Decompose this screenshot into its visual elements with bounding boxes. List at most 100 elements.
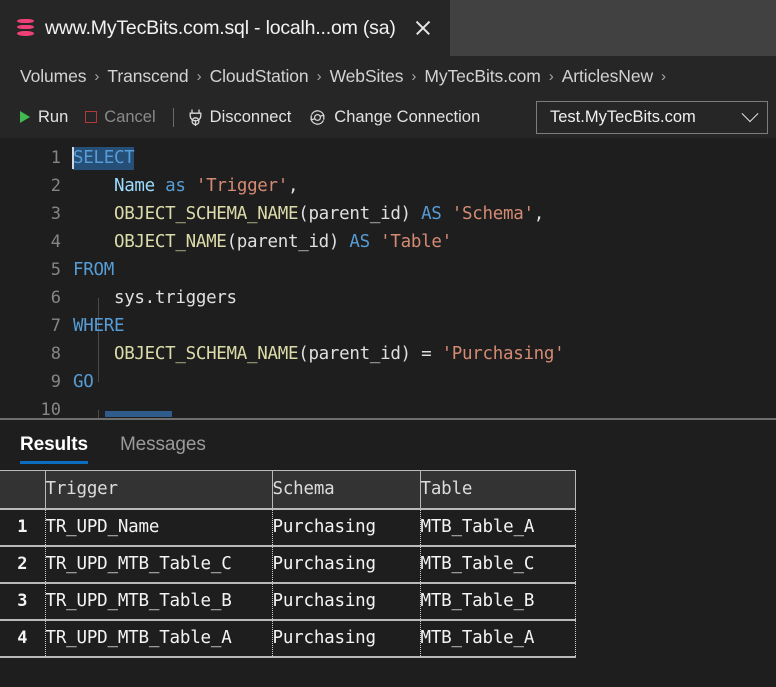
breadcrumb-item-transcend[interactable]: Transcend	[107, 66, 188, 87]
editor-horizontal-scrollbar[interactable]	[0, 411, 776, 417]
cell-schema[interactable]: Purchasing	[272, 619, 421, 658]
line-number: 3	[50, 204, 61, 224]
sql-string-schema: 'Schema'	[451, 204, 534, 224]
run-button[interactable]: Run	[20, 108, 68, 127]
table-row[interactable]: 2 TR_UPD_MTB_Table_C Purchasing MTB_Tabl…	[0, 545, 576, 584]
chevron-right-icon: ›	[661, 67, 666, 85]
play-icon	[20, 111, 30, 123]
code-line: 7 WHERE	[0, 312, 776, 340]
code-content: sys.triggers	[73, 284, 237, 312]
column-header-table[interactable]: Table	[420, 470, 576, 510]
disconnect-button[interactable]: Disconnect	[188, 108, 291, 127]
results-grid-container[interactable]: Trigger Schema Table 1 TR_UPD_Name Purch…	[0, 470, 776, 687]
connection-select-value: Test.MyTecBits.com	[550, 108, 696, 126]
code-line: 6 sys.triggers	[0, 284, 776, 312]
column-header-schema[interactable]: Schema	[272, 470, 421, 510]
sql-function-object-schema-name: OBJECT_SCHEMA_NAME	[113, 344, 299, 364]
code-content: OBJECT_NAME(parent_id) AS 'Table'	[73, 228, 452, 256]
sql-editor-window: www.MyTecBits.com.sql - localh...om (sa)…	[0, 0, 776, 687]
chevron-right-icon: ›	[411, 67, 417, 85]
table-row[interactable]: 4 TR_UPD_MTB_Table_A Purchasing MTB_Tabl…	[0, 619, 576, 658]
sql-arg-parent-id: (parent_id)	[298, 204, 411, 224]
cell-table[interactable]: MTB_Table_B	[420, 582, 576, 621]
table-header-row: Trigger Schema Table	[0, 470, 576, 510]
code-line: 8 OBJECT_SCHEMA_NAME(parent_id) = 'Purch…	[0, 340, 776, 368]
cell-trigger[interactable]: TR_UPD_Name	[45, 508, 273, 547]
code-line: 1 SELECT	[0, 144, 776, 172]
line-number: 4	[50, 232, 61, 252]
sql-keyword-select: SELECT	[73, 147, 135, 170]
tab-title: www.MyTecBits.com.sql - localh...om (sa)	[45, 16, 396, 39]
cell-table[interactable]: MTB_Table_A	[420, 619, 576, 658]
tab-messages[interactable]: Messages	[120, 420, 206, 470]
results-grid-header: Trigger Schema Table	[0, 470, 576, 510]
table-row[interactable]: 3 TR_UPD_MTB_Table_B Purchasing MTB_Tabl…	[0, 582, 576, 621]
breadcrumb: Volumes › Transcend › CloudStation › Web…	[0, 56, 776, 96]
scrollbar-thumb[interactable]	[105, 411, 172, 417]
sql-keyword-where: WHERE	[73, 316, 125, 336]
sql-string-purchasing: 'Purchasing'	[441, 344, 565, 364]
row-number: 1	[0, 508, 46, 547]
code-content: OBJECT_SCHEMA_NAME(parent_id) = 'Purchas…	[73, 340, 565, 368]
change-connection-button[interactable]: Change Connection	[308, 108, 480, 127]
cell-trigger[interactable]: TR_UPD_MTB_Table_A	[45, 619, 273, 658]
sql-comma: ,	[288, 176, 299, 196]
sql-string-table: 'Table'	[380, 232, 452, 252]
code-line: 9 GO	[0, 368, 776, 396]
cancel-button[interactable]: Cancel	[85, 108, 156, 127]
sql-operator-equals: =	[421, 344, 432, 364]
sql-function-object-name: OBJECT_NAME	[113, 232, 227, 252]
row-number: 2	[0, 545, 46, 584]
sql-string-trigger: 'Trigger'	[195, 176, 289, 196]
toolbar-divider	[172, 107, 174, 127]
cell-trigger[interactable]: TR_UPD_MTB_Table_B	[45, 582, 273, 621]
editor-tab-active[interactable]: www.MyTecBits.com.sql - localh...om (sa)	[0, 0, 450, 56]
sql-table-sys-triggers: sys.triggers	[113, 288, 237, 308]
breadcrumb-item-cloudstation[interactable]: CloudStation	[210, 66, 309, 87]
code-line: 3 OBJECT_SCHEMA_NAME(parent_id) AS 'Sche…	[0, 200, 776, 228]
breadcrumb-item-volumes[interactable]: Volumes	[20, 66, 87, 87]
database-icon	[17, 18, 34, 38]
line-number: 9	[50, 372, 61, 392]
code-line: 4 OBJECT_NAME(parent_id) AS 'Table'	[0, 228, 776, 256]
chevron-right-icon: ›	[548, 67, 554, 85]
sql-code-editor[interactable]: 1 SELECT 2 Name as 'Trigger', 3 OBJECT_S…	[0, 138, 776, 420]
breadcrumb-item-websites[interactable]: WebSites	[330, 66, 404, 87]
breadcrumb-item-mytecbits[interactable]: MyTecBits.com	[424, 66, 540, 87]
line-number: 7	[50, 316, 61, 336]
tab-results-label: Results	[20, 434, 88, 455]
table-row[interactable]: 1 TR_UPD_Name Purchasing MTB_Table_A	[0, 508, 576, 547]
column-header-trigger[interactable]: Trigger	[45, 470, 273, 510]
cell-schema[interactable]: Purchasing	[272, 545, 421, 584]
cell-schema[interactable]: Purchasing	[272, 508, 421, 547]
text-caret	[72, 147, 74, 169]
close-icon[interactable]	[412, 17, 434, 39]
sql-column-name: Name	[113, 176, 155, 196]
code-line: 2 Name as 'Trigger',	[0, 172, 776, 200]
run-button-label: Run	[38, 107, 69, 126]
code-line: 5 FROM	[0, 256, 776, 284]
connection-select[interactable]: Test.MyTecBits.com	[536, 101, 768, 134]
cell-schema[interactable]: Purchasing	[272, 582, 421, 621]
chevron-right-icon: ›	[316, 67, 322, 85]
tab-results[interactable]: Results	[20, 420, 88, 470]
code-content: GO	[73, 368, 94, 396]
results-grid-body: 1 TR_UPD_Name Purchasing MTB_Table_A 2 T…	[0, 508, 576, 658]
breadcrumb-item-articlesnew[interactable]: ArticlesNew	[562, 66, 653, 87]
sql-arg-parent-id: (parent_id)	[298, 344, 411, 364]
cell-table[interactable]: MTB_Table_A	[420, 508, 576, 547]
cell-trigger[interactable]: TR_UPD_MTB_Table_C	[45, 545, 273, 584]
editor-toolbar: Run Cancel Disconnect Change Connection …	[0, 96, 776, 138]
editor-splitter[interactable]	[0, 418, 776, 420]
column-header-rownum[interactable]	[0, 470, 46, 510]
cell-table[interactable]: MTB_Table_C	[420, 545, 576, 584]
